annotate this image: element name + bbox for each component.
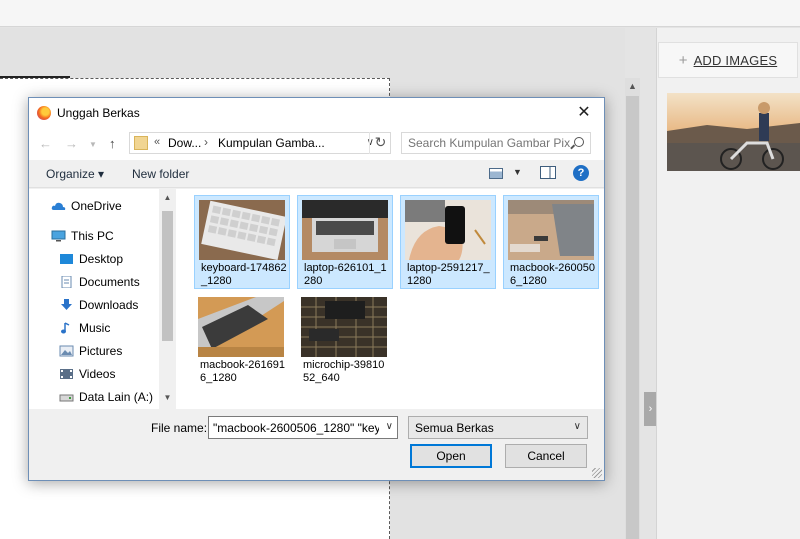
file-name-label: File name: bbox=[151, 421, 208, 435]
file-name: keyboard-174862_1280 bbox=[201, 262, 287, 287]
file-item-laptop-2591217[interactable]: laptop-2591217_1280 bbox=[400, 195, 496, 289]
file-item-macbook-2600506[interactable]: macbook-2600506_1280 bbox=[503, 195, 599, 289]
drive-icon bbox=[59, 394, 74, 402]
download-icon bbox=[61, 299, 72, 310]
add-images-button[interactable]: + ADD IMAGES bbox=[658, 42, 798, 78]
close-icon[interactable]: ✕ bbox=[572, 101, 596, 125]
cancel-button[interactable]: Cancel bbox=[505, 444, 587, 468]
search-box[interactable] bbox=[401, 132, 591, 154]
uploaded-image-thumbnail[interactable] bbox=[667, 93, 800, 171]
file-name: laptop-626101_1280 bbox=[304, 262, 387, 287]
dialog-titlebar[interactable]: Unggah Berkas ✕ bbox=[29, 98, 604, 128]
nav-item-label: OneDrive bbox=[71, 199, 122, 213]
nav-item-documents[interactable]: Documents bbox=[59, 273, 140, 291]
nav-item-label: Music bbox=[79, 321, 111, 335]
nav-item-pictures[interactable]: Pictures bbox=[59, 342, 122, 360]
browser-top-bar bbox=[0, 0, 800, 27]
recent-locations-dropdown-icon[interactable]: ▼ bbox=[89, 140, 97, 149]
file-type-value: Semua Berkas bbox=[415, 421, 494, 435]
nav-pane-scrollbar[interactable]: ▲ ▼ bbox=[159, 189, 176, 409]
address-bar[interactable]: « Dow... › Kumpulan Gamba... ∨ bbox=[129, 132, 391, 154]
preview-pane-icon[interactable] bbox=[540, 166, 556, 179]
file-upload-dialog: Unggah Berkas ✕ ← → ▼ ↑ « Dow... › Kumpu… bbox=[28, 97, 605, 481]
documents-icon bbox=[61, 276, 72, 288]
back-arrow-icon[interactable]: ← bbox=[39, 136, 52, 151]
file-name: laptop-2591217_1280 bbox=[407, 262, 490, 287]
nav-item-label: Pictures bbox=[79, 344, 123, 358]
plus-icon: + bbox=[678, 51, 688, 69]
firefox-icon bbox=[37, 106, 51, 120]
refresh-icon[interactable]: ↻ bbox=[369, 132, 391, 154]
nav-item-desktop[interactable]: Desktop bbox=[59, 250, 123, 268]
navigation-pane: OneDrive This PC Desktop Documents Downl… bbox=[29, 189, 177, 409]
nav-item-label: Data Lain (A:) bbox=[79, 390, 154, 404]
file-thumbnail bbox=[199, 200, 285, 260]
breadcrumb-downloads[interactable]: Dow... bbox=[168, 136, 201, 150]
file-name: microchip-3981052_640 bbox=[303, 359, 385, 384]
file-thumbnail bbox=[405, 200, 491, 260]
file-name-field[interactable]: ∨ bbox=[208, 416, 398, 439]
chevron-down-icon[interactable]: ∨ bbox=[386, 421, 393, 432]
nav-item-music[interactable]: Music bbox=[59, 319, 110, 337]
scrollbar-thumb[interactable] bbox=[162, 211, 173, 341]
address-row: ← → ▼ ↑ « Dow... › Kumpulan Gamba... ∨ ↻ bbox=[29, 128, 604, 160]
nav-item-label: This PC bbox=[71, 229, 114, 243]
dialog-footer: File name: ∨ Semua Berkas ∨ Open Cancel bbox=[29, 410, 604, 480]
desktop-icon bbox=[60, 254, 73, 264]
bicycle-photo bbox=[667, 93, 800, 171]
file-thumbnail bbox=[302, 200, 388, 260]
up-folder-icon[interactable]: ↑ bbox=[109, 136, 116, 151]
scrollbar-thumb[interactable] bbox=[626, 96, 639, 539]
file-item-laptop-626101[interactable]: laptop-626101_1280 bbox=[297, 195, 393, 289]
nav-item-data-lain[interactable]: Data Lain (A:) bbox=[59, 388, 153, 406]
file-item-microchip[interactable]: microchip-3981052_640 bbox=[297, 293, 393, 387]
forward-arrow-icon[interactable]: → bbox=[65, 136, 78, 151]
nav-item-label: Downloads bbox=[79, 298, 139, 312]
breadcrumb-separator-icon[interactable]: › bbox=[204, 135, 208, 149]
cloud-icon bbox=[51, 202, 66, 210]
new-folder-button[interactable]: New folder bbox=[132, 167, 189, 181]
file-name-input[interactable] bbox=[209, 417, 379, 438]
resize-grip[interactable] bbox=[592, 468, 602, 478]
help-icon[interactable]: ? bbox=[573, 165, 589, 181]
organize-menu[interactable]: Organize ▾ bbox=[46, 167, 104, 181]
chevron-down-icon: ∨ bbox=[573, 421, 581, 432]
nav-item-onedrive[interactable]: OneDrive bbox=[51, 197, 122, 215]
breadcrumb-current-folder[interactable]: Kumpulan Gamba... bbox=[218, 136, 325, 150]
nav-item-this-pc[interactable]: This PC bbox=[51, 227, 114, 245]
nav-item-label: Videos bbox=[79, 367, 116, 381]
dialog-toolbar: Organize ▾ New folder ▼ ? bbox=[29, 160, 604, 188]
file-type-select[interactable]: Semua Berkas ∨ bbox=[408, 416, 588, 439]
nav-item-videos[interactable]: Videos bbox=[59, 365, 115, 383]
nav-item-label: Documents bbox=[79, 275, 140, 289]
nav-item-downloads[interactable]: Downloads bbox=[59, 296, 138, 314]
file-list-pane: keyboard-174862_1280 laptop-626101_1280 bbox=[177, 189, 604, 409]
dialog-title: Unggah Berkas bbox=[57, 106, 140, 120]
add-images-label: ADD IMAGES bbox=[693, 52, 778, 68]
scroll-down-icon[interactable]: ▼ bbox=[159, 393, 176, 402]
file-name: macbook-2600506_1280 bbox=[510, 262, 596, 287]
scroll-up-icon[interactable]: ▲ bbox=[625, 78, 640, 94]
file-item-macbook-2616916[interactable]: macbook-2616916_1280 bbox=[194, 293, 290, 387]
page-scrollbar[interactable]: ▲ bbox=[625, 78, 640, 539]
pictures-icon bbox=[59, 345, 74, 357]
music-icon bbox=[61, 322, 70, 334]
search-icon[interactable] bbox=[574, 137, 584, 147]
search-input[interactable] bbox=[402, 133, 570, 153]
file-thumbnail bbox=[198, 297, 284, 357]
breadcrumb-overflow-icon[interactable]: « bbox=[154, 136, 160, 148]
computer-icon bbox=[51, 230, 66, 242]
file-thumbnail bbox=[301, 297, 387, 357]
scroll-up-icon[interactable]: ▲ bbox=[159, 193, 176, 202]
file-item-keyboard[interactable]: keyboard-174862_1280 bbox=[194, 195, 290, 289]
change-view-icon[interactable] bbox=[489, 168, 503, 179]
folder-icon bbox=[134, 136, 148, 150]
nav-item-label: Desktop bbox=[79, 252, 124, 266]
file-thumbnail bbox=[508, 200, 594, 260]
open-button[interactable]: Open bbox=[410, 444, 492, 468]
view-options-dropdown-icon[interactable]: ▼ bbox=[513, 167, 522, 177]
videos-icon bbox=[60, 369, 73, 379]
file-name: macbook-2616916_1280 bbox=[200, 359, 286, 384]
